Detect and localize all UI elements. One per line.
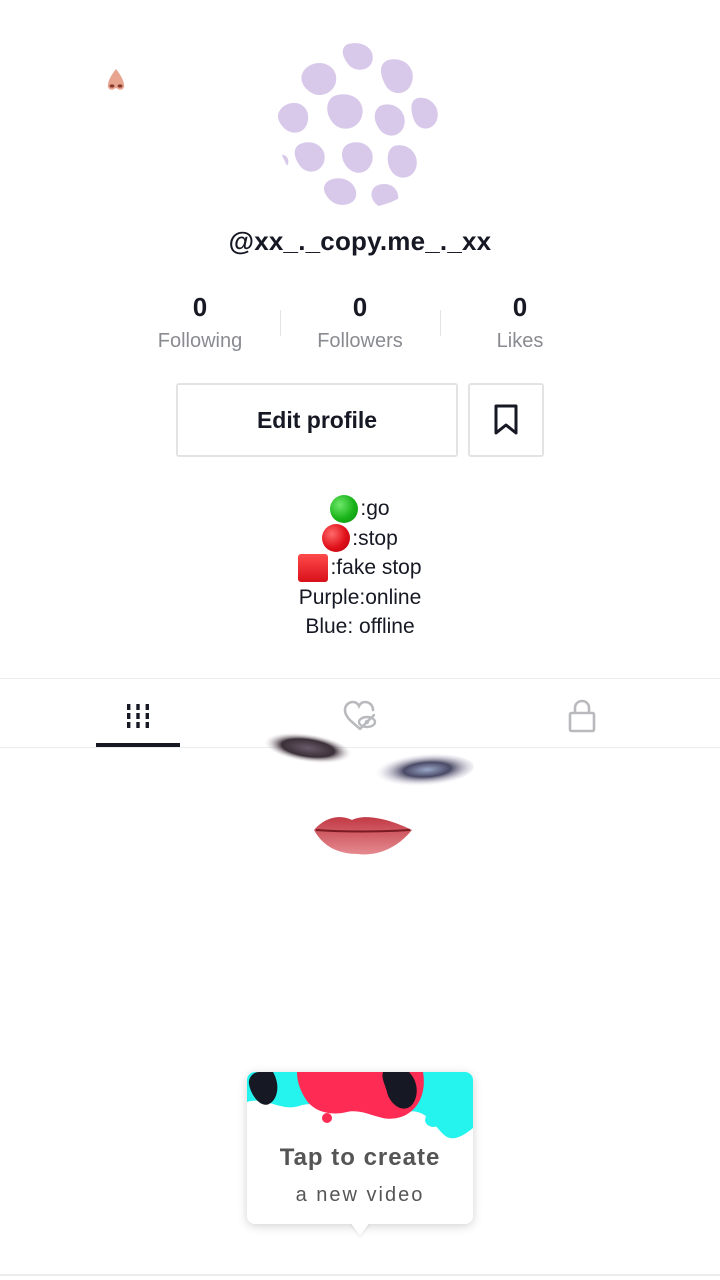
edit-profile-button[interactable]: Edit profile [176,383,458,457]
likes-label: Likes [496,330,544,352]
tabbar-divider [0,678,720,679]
favorites-button[interactable] [468,383,544,457]
bio-line: Blue: offline [0,612,720,642]
tab-videos[interactable] [18,688,258,744]
bio-line: :fake stop [0,553,720,583]
bottom-divider [0,1274,720,1276]
bio-line: :stop [0,524,720,554]
followers-label: Followers [317,330,403,352]
followers-stat[interactable]: 0 Followers [280,290,440,358]
red-square-icon [298,553,329,582]
grid-icon [127,704,149,728]
following-label: Following [157,330,243,352]
bio-text: Blue: offline [305,615,415,638]
prompt-pointer [350,1222,370,1236]
followers-count: 0 [352,292,368,322]
green-circle-icon [330,494,359,523]
create-video-prompt[interactable]: Tap to create a new video [247,1072,473,1224]
bio: :go :stop :fake stop Purple:online Blue:… [0,494,720,642]
red-circle-icon [322,524,351,553]
create-subtitle: a new video [295,1184,425,1206]
bio-text: :fake stop [330,556,422,579]
likes-stat[interactable]: 0 Likes [440,290,600,358]
following-count: 0 [192,292,208,322]
bio-text: :stop [352,526,398,550]
nose-sticker-icon [107,69,125,90]
bio-line: Purple:online [0,583,720,613]
create-title: Tap to create [279,1144,441,1171]
face-sticker-image [264,732,474,855]
avatar[interactable] [276,40,444,208]
username: @xx_._copy.me_._xx [228,226,492,256]
bio-line: :go [0,494,720,524]
bio-text: Purple:online [298,585,422,609]
tab-private[interactable] [462,688,702,744]
bookmark-icon [494,404,518,435]
lock-icon [568,699,596,733]
likes-count: 0 [512,292,528,322]
following-stat[interactable]: 0 Following [120,290,280,358]
create-banner-art [247,1072,473,1152]
bio-text: :go [360,497,390,520]
